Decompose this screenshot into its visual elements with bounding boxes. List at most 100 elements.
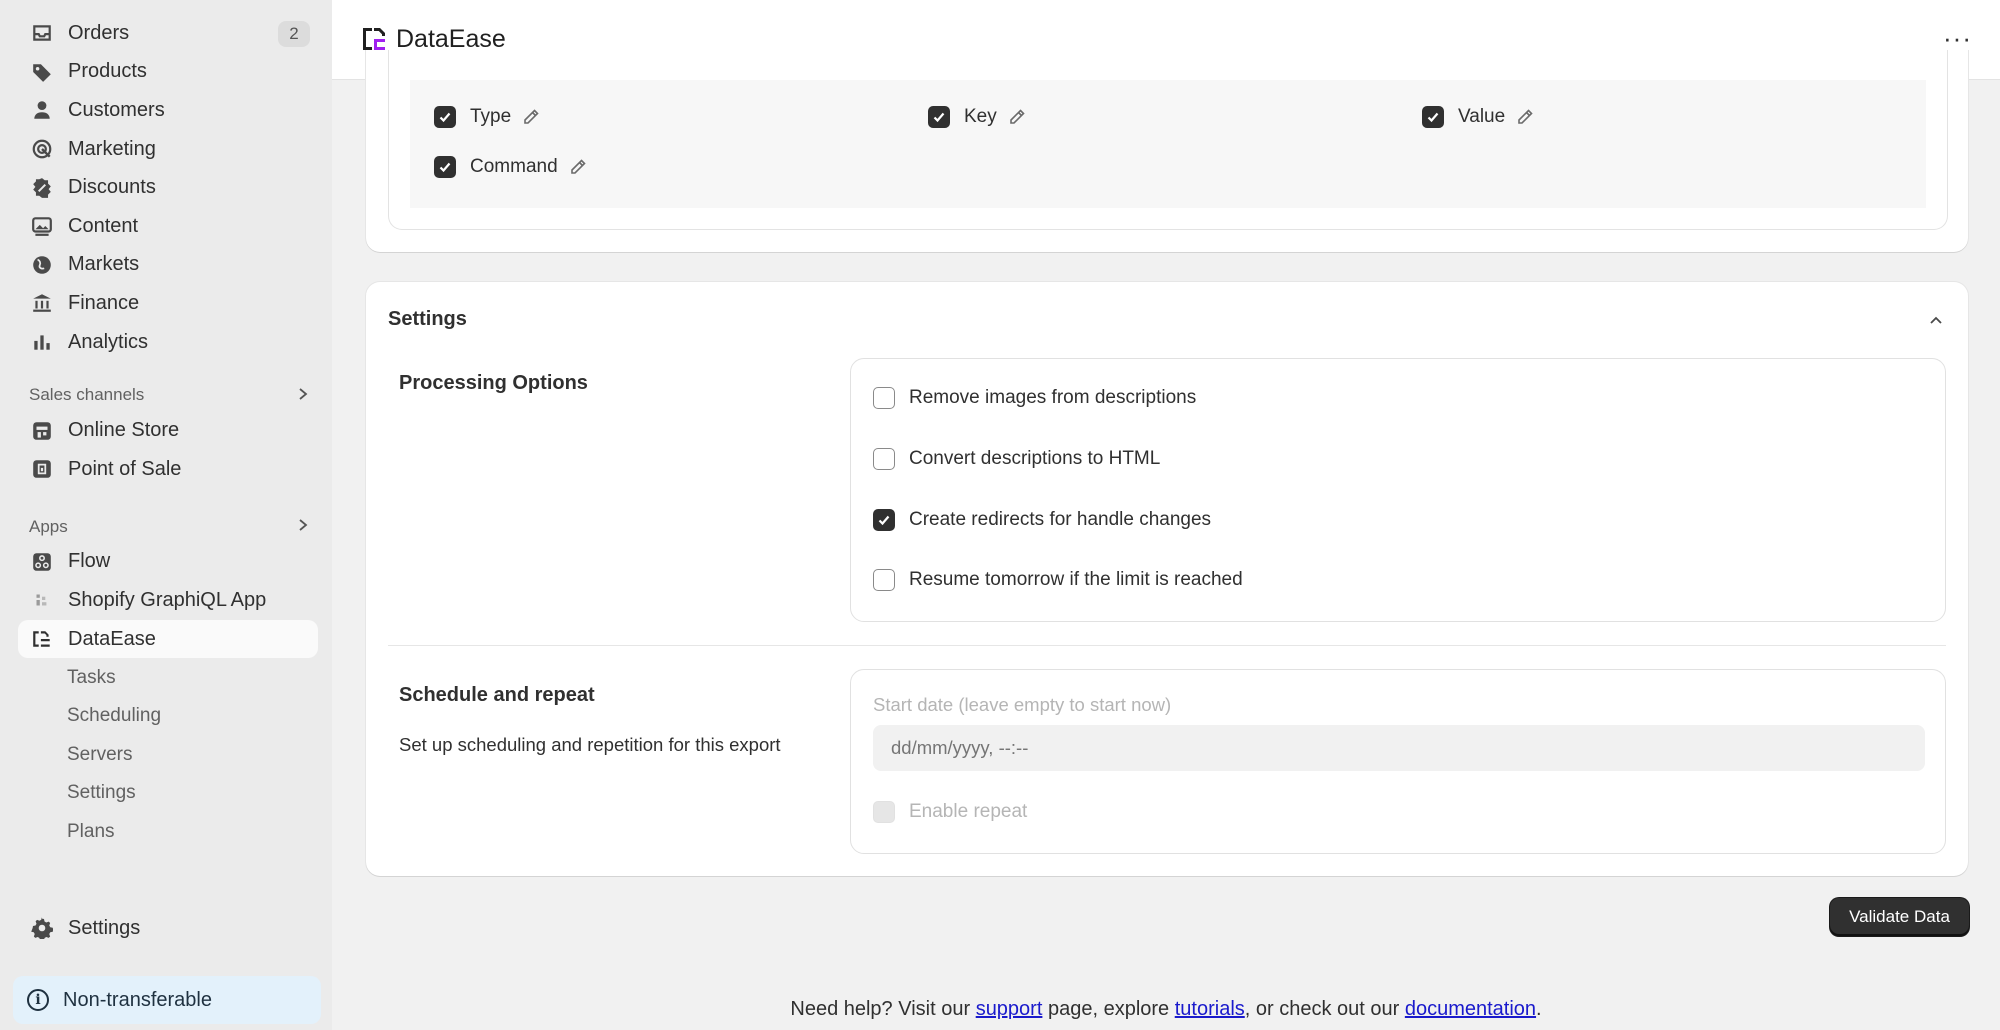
remove-images-checkbox[interactable] xyxy=(873,387,895,409)
sidebar-item-online-store[interactable]: Online Store xyxy=(0,411,332,450)
resume-tomorrow-checkbox[interactable] xyxy=(873,569,895,591)
column-command-checkbox[interactable] xyxy=(434,156,456,178)
sidebar-item-content[interactable]: Content xyxy=(0,207,332,246)
processing-options-title: Processing Options xyxy=(399,372,588,394)
person-icon xyxy=(30,98,54,122)
option-create-redirects[interactable]: Create redirects for handle changes xyxy=(873,509,1211,531)
sidebar-item-label: Customers xyxy=(68,98,165,121)
chevron-right-icon[interactable] xyxy=(296,516,310,537)
sidebar-item-analytics[interactable]: Analytics xyxy=(0,323,332,362)
schedule-title: Schedule and repeat xyxy=(399,684,595,706)
pencil-icon[interactable] xyxy=(1515,107,1535,127)
option-label: Remove images from descriptions xyxy=(909,387,1197,408)
sidebar-item-discounts[interactable]: Discounts xyxy=(0,168,332,207)
option-label: Create redirects for handle changes xyxy=(909,509,1212,530)
sidebar-item-marketing[interactable]: Marketing xyxy=(0,130,332,169)
convert-html-checkbox[interactable] xyxy=(873,448,895,470)
validate-data-button[interactable]: Validate Data xyxy=(1830,898,1969,936)
graphiql-icon xyxy=(30,588,54,612)
settings-card: Settings Processing Options Remove image… xyxy=(366,282,1968,876)
documentation-link[interactable]: documentation xyxy=(1405,998,1536,1020)
sales-channels-header[interactable]: Sales channels xyxy=(0,379,332,411)
sidebar-item-orders[interactable]: Orders 2 xyxy=(0,14,332,53)
option-label: Convert descriptions to HTML xyxy=(909,448,1161,469)
section-divider xyxy=(388,645,1946,646)
column-label: Key xyxy=(964,106,997,127)
column-value-checkbox[interactable] xyxy=(1422,106,1444,128)
discount-icon xyxy=(30,176,54,200)
sidebar-item-label: Online Store xyxy=(68,419,180,442)
target-icon xyxy=(30,137,54,161)
inbox-icon xyxy=(30,21,54,45)
schedule-description: Set up scheduling and repetition for thi… xyxy=(399,734,781,755)
sidebar-item-markets[interactable]: Markets xyxy=(0,246,332,285)
sidebar-item-label: Flow xyxy=(68,550,111,573)
help-footer: Need help? Visit our support page, explo… xyxy=(332,998,2000,1021)
column-label: Type xyxy=(470,106,512,127)
schedule-box: Start date (leave empty to start now) En… xyxy=(850,669,1946,854)
support-link[interactable]: support xyxy=(976,998,1043,1020)
column-item-value[interactable]: Value xyxy=(1422,106,1535,128)
footer-text: Need help? Visit our xyxy=(790,998,976,1020)
orders-count-badge: 2 xyxy=(278,21,310,47)
sidebar-item-settings[interactable]: Settings xyxy=(0,909,332,948)
settings-card-title: Settings xyxy=(388,308,467,330)
sidebar-item-label: Products xyxy=(68,60,147,83)
column-item-command[interactable]: Command xyxy=(434,156,588,178)
sidebar-subitem-scheduling[interactable]: Scheduling xyxy=(0,697,332,736)
sidebar-item-label: Markets xyxy=(68,253,140,276)
sidebar-item-label: Analytics xyxy=(68,330,149,353)
column-type-checkbox[interactable] xyxy=(434,106,456,128)
option-resume-tomorrow[interactable]: Resume tomorrow if the limit is reached xyxy=(873,569,1243,591)
bank-icon xyxy=(30,291,54,315)
pos-icon xyxy=(30,457,54,481)
sidebar-subitem-tasks[interactable]: Tasks xyxy=(0,658,332,697)
sidebar-item-dataease[interactable]: DataEase xyxy=(18,619,318,659)
sidebar-subitem-plans[interactable]: Plans xyxy=(0,813,332,852)
non-transferable-notice[interactable]: i Non-transferable xyxy=(13,976,321,1024)
sidebar-item-graphiql[interactable]: Shopify GraphiQL App xyxy=(0,581,332,620)
bar-chart-icon xyxy=(30,330,54,354)
sidebar-item-finance[interactable]: Finance xyxy=(0,284,332,323)
section-label: Sales channels xyxy=(29,385,145,405)
column-selection-box: Type Key Value Command xyxy=(410,80,1926,208)
footer-text: . xyxy=(1536,998,1542,1020)
sidebar-item-label: Content xyxy=(68,214,139,237)
dataease-icon xyxy=(30,627,54,651)
tag-icon xyxy=(30,60,54,84)
create-redirects-checkbox[interactable] xyxy=(873,509,895,531)
tutorials-link[interactable]: tutorials xyxy=(1175,998,1245,1020)
option-convert-html[interactable]: Convert descriptions to HTML xyxy=(873,448,1160,470)
column-label: Command xyxy=(470,156,558,177)
start-date-input[interactable] xyxy=(873,725,1925,771)
section-label: Apps xyxy=(29,516,68,536)
option-enable-repeat[interactable]: Enable repeat xyxy=(873,801,1027,823)
column-item-key[interactable]: Key xyxy=(928,106,1027,128)
sidebar-item-products[interactable]: Products xyxy=(0,53,332,92)
sidebar-subitem-settings[interactable]: Settings xyxy=(0,774,332,813)
globe-icon xyxy=(30,253,54,277)
pencil-icon[interactable] xyxy=(1007,107,1027,127)
chevron-up-icon[interactable] xyxy=(1926,310,1946,330)
sidebar-item-flow[interactable]: Flow xyxy=(0,543,332,582)
chevron-right-icon[interactable] xyxy=(296,385,310,406)
sidebar-item-point-of-sale[interactable]: Point of Sale xyxy=(0,450,332,489)
footer-text: page, explore xyxy=(1042,998,1175,1020)
sidebar-item-label: DataEase xyxy=(68,627,156,650)
apps-header[interactable]: Apps xyxy=(0,511,332,543)
column-key-checkbox[interactable] xyxy=(928,106,950,128)
pencil-icon[interactable] xyxy=(568,157,588,177)
pencil-icon[interactable] xyxy=(521,107,541,127)
column-label: Value xyxy=(1458,106,1506,127)
option-label: Resume tomorrow if the limit is reached xyxy=(909,569,1243,590)
notice-label: Non-transferable xyxy=(63,988,212,1011)
column-item-type[interactable]: Type xyxy=(434,106,541,128)
sidebar-subitem-servers[interactable]: Servers xyxy=(0,736,332,775)
sidebar-item-customers[interactable]: Customers xyxy=(0,91,332,130)
enable-repeat-checkbox[interactable] xyxy=(873,801,895,823)
option-remove-images[interactable]: Remove images from descriptions xyxy=(873,387,1196,409)
more-options-icon[interactable]: ··· xyxy=(1943,25,1972,51)
sidebar: Orders 2 Products Customers Marketing Di… xyxy=(0,0,332,1030)
footer-text: , or check out our xyxy=(1244,998,1405,1020)
start-date-label: Start date (leave empty to start now) xyxy=(873,694,1172,715)
